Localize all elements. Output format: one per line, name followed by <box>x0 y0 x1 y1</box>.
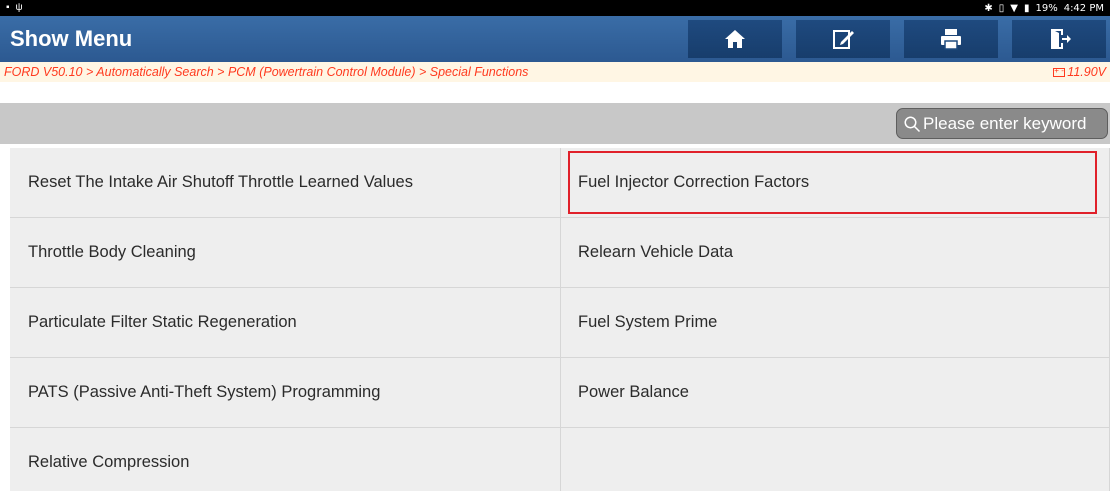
battery-level: 19% <box>1035 2 1058 14</box>
home-button[interactable] <box>688 20 782 58</box>
print-icon <box>941 29 961 50</box>
search-bar: Please enter keyword <box>0 103 1110 144</box>
voltage-indicator: 11.90V <box>1053 65 1106 79</box>
search-input[interactable]: Please enter keyword <box>896 108 1108 139</box>
menu-item-empty <box>561 428 1110 491</box>
gallery-icon: ▪ <box>6 2 10 13</box>
breadcrumb: FORD V50.10 > Automatically Search > PCM… <box>0 62 1110 82</box>
car-battery-icon <box>1053 66 1066 77</box>
menu-item-throttle-body-cleaning[interactable]: Throttle Body Cleaning <box>10 218 561 288</box>
title-bar: Show Menu <box>0 16 1110 62</box>
edit-icon <box>833 30 854 49</box>
menu-item-reset-intake-air-shutoff[interactable]: Reset The Intake Air Shutoff Throttle Le… <box>10 148 561 218</box>
menu-item-particulate-filter-regeneration[interactable]: Particulate Filter Static Regeneration <box>10 288 561 358</box>
menu-item-fuel-injector-correction[interactable]: Fuel Injector Correction Factors <box>561 148 1110 218</box>
home-icon <box>725 30 745 48</box>
exit-icon <box>1051 29 1071 49</box>
usb-debug-icon: ψ <box>15 2 23 13</box>
exit-button[interactable] <box>1012 20 1106 58</box>
breadcrumb-path: FORD V50.10 > Automatically Search > PCM… <box>4 65 529 79</box>
status-bar: ▪ ψ ✱ ▯ ▼ ▮ 19% 4:42 PM <box>0 0 1110 16</box>
page-title: Show Menu <box>10 26 133 51</box>
vibrate-icon: ▯ <box>998 2 1005 14</box>
clock: 4:42 PM <box>1063 2 1104 14</box>
wifi-icon: ▼ <box>1010 2 1018 14</box>
print-button[interactable] <box>904 20 998 58</box>
voltage-value: 11.90V <box>1067 65 1106 79</box>
menu-item-fuel-system-prime[interactable]: Fuel System Prime <box>561 288 1110 358</box>
bluetooth-icon: ✱ <box>984 2 993 14</box>
edit-button[interactable] <box>796 20 890 58</box>
search-icon <box>904 116 921 132</box>
search-placeholder: Please enter keyword <box>923 113 1087 133</box>
menu-item-power-balance[interactable]: Power Balance <box>561 358 1110 428</box>
menu-item-relearn-vehicle-data[interactable]: Relearn Vehicle Data <box>561 218 1110 288</box>
menu-item-pats-programming[interactable]: PATS (Passive Anti-Theft System) Program… <box>10 358 561 428</box>
battery-icon: ▮ <box>1023 2 1030 14</box>
function-menu: Reset The Intake Air Shutoff Throttle Le… <box>10 148 1110 491</box>
menu-item-relative-compression[interactable]: Relative Compression <box>10 428 561 491</box>
